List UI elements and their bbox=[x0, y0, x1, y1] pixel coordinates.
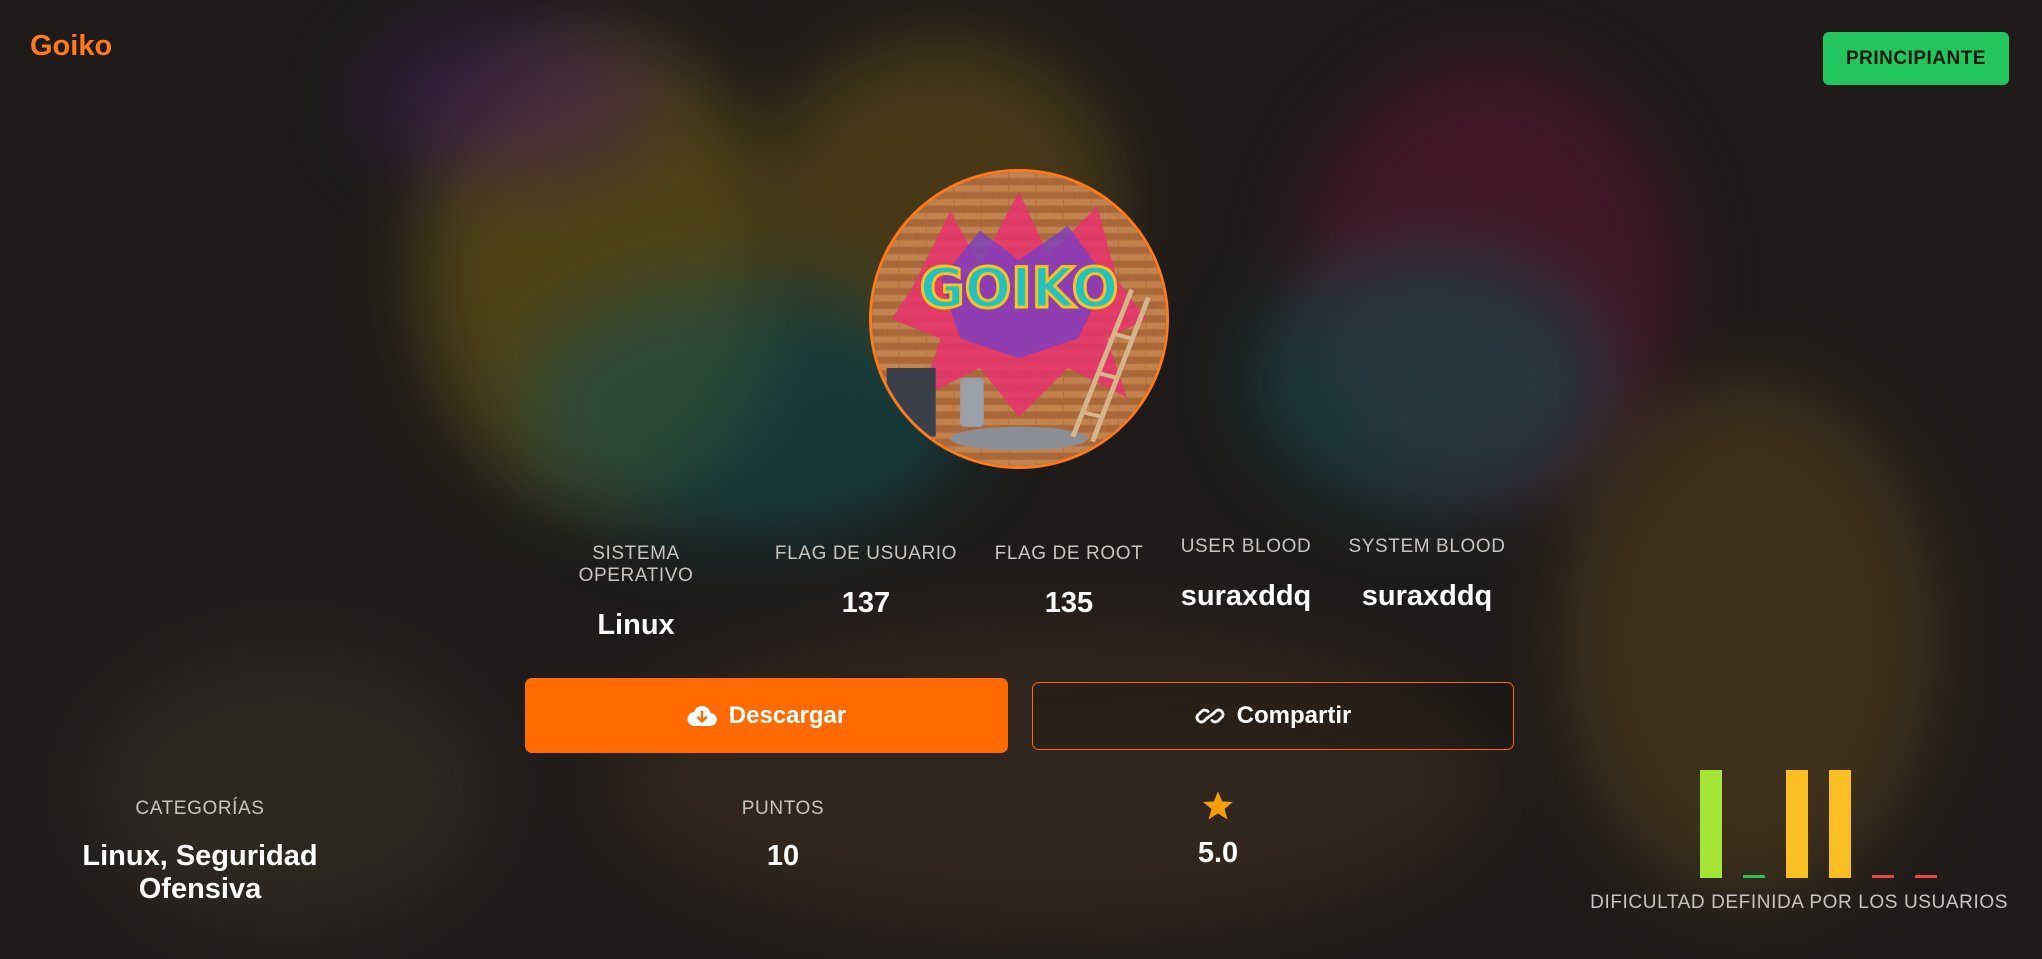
difficulty-bar bbox=[1786, 770, 1808, 878]
difficulty-bar bbox=[1700, 770, 1722, 878]
download-button-label: Descargar bbox=[728, 701, 847, 729]
share-button[interactable]: Compartir bbox=[1032, 682, 1514, 750]
points-label: PUNTOS bbox=[741, 798, 825, 819]
stat-label: SISTEMA OPERATIVO bbox=[578, 543, 694, 586]
avatar-graffiti-text: GOIKO bbox=[920, 256, 1119, 320]
difficulty-level-badge: PRINCIPIANTE bbox=[1823, 32, 2009, 85]
cloud-download-icon bbox=[687, 705, 717, 726]
difficulty-bar bbox=[1872, 875, 1894, 878]
difficulty-bar bbox=[1915, 875, 1937, 878]
categories-value: Linux, Seguridad Ofensiva bbox=[82, 840, 318, 905]
share-button-label: Compartir bbox=[1236, 702, 1352, 729]
points-section: PUNTOS 10 bbox=[683, 798, 883, 873]
rating-section: 5.0 bbox=[1118, 790, 1318, 870]
difficulty-caption: DIFICULTAD DEFINIDA POR LOS USUARIOS bbox=[1590, 892, 2008, 913]
link-icon bbox=[1195, 708, 1224, 724]
difficulty-bar bbox=[1743, 875, 1765, 878]
stat-value: suraxddq bbox=[1361, 580, 1493, 612]
stat-root-flag: FLAG DE ROOT 135 bbox=[979, 543, 1159, 620]
machine-title: Goiko bbox=[30, 30, 113, 62]
stat-label: USER BLOOD bbox=[1180, 536, 1312, 557]
avatar-graffiti-image: GOIKO bbox=[872, 172, 1166, 466]
stat-label: FLAG DE ROOT bbox=[994, 543, 1144, 564]
machine-avatar: GOIKO bbox=[869, 169, 1169, 469]
stat-value: 135 bbox=[1044, 587, 1094, 619]
difficulty-bar bbox=[1829, 770, 1851, 878]
stat-operating-system: SISTEMA OPERATIVO Linux bbox=[536, 543, 736, 642]
stat-value: Linux bbox=[597, 609, 675, 641]
points-value: 10 bbox=[766, 840, 800, 872]
stat-label: FLAG DE USUARIO bbox=[774, 543, 958, 564]
stat-system-blood: SYSTEM BLOOD suraxddq bbox=[1342, 536, 1512, 613]
stat-user-flag: FLAG DE USUARIO 137 bbox=[766, 543, 966, 620]
stat-value: suraxddq bbox=[1180, 580, 1312, 612]
star-icon bbox=[1202, 791, 1234, 820]
categories-label: CATEGORÍAS bbox=[135, 798, 265, 819]
download-button[interactable]: Descargar bbox=[525, 678, 1008, 753]
difficulty-bar-chart bbox=[1700, 768, 1940, 878]
stat-value: 137 bbox=[841, 587, 891, 619]
categories-section: CATEGORÍAS Linux, Seguridad Ofensiva bbox=[20, 798, 380, 906]
stat-user-blood: USER BLOOD suraxddq bbox=[1166, 536, 1326, 613]
rating-value: 5.0 bbox=[1197, 837, 1239, 869]
stat-label: SYSTEM BLOOD bbox=[1348, 536, 1506, 557]
